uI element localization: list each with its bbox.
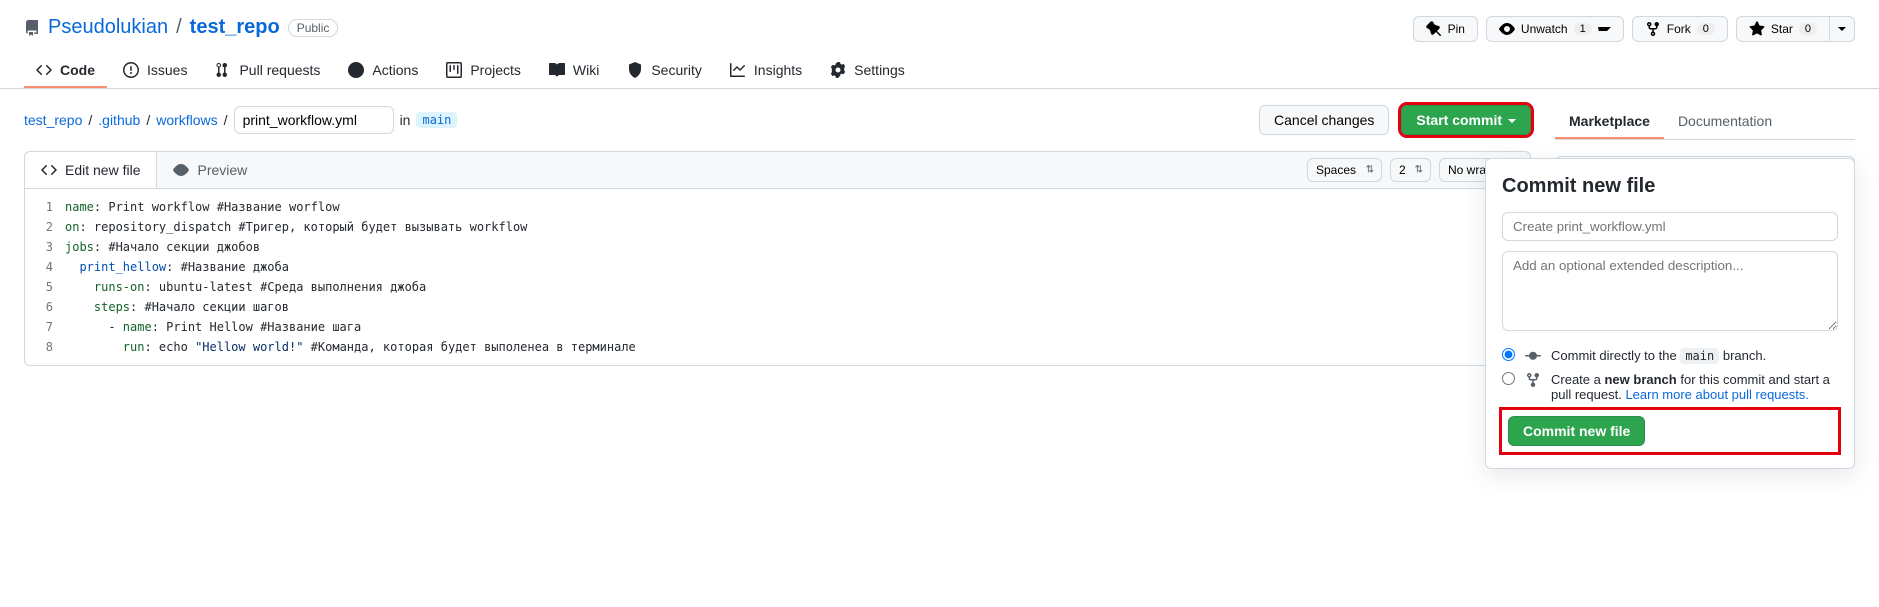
nav-security[interactable]: Security	[615, 54, 714, 88]
code-line[interactable]: 8 run: echo "Hellow world!" #Команда, ко…	[25, 337, 1530, 357]
commit-popover: Commit new file Commit directly to the m…	[1485, 158, 1855, 469]
side-tab-documentation[interactable]: Documentation	[1664, 105, 1786, 139]
pin-button[interactable]: Pin	[1413, 16, 1478, 42]
nav-code[interactable]: Code	[24, 54, 107, 88]
branch-badge: main	[416, 112, 457, 128]
repo-link[interactable]: test_repo	[190, 16, 280, 39]
nav-actions[interactable]: Actions	[336, 54, 430, 88]
side-tab-marketplace[interactable]: Marketplace	[1555, 105, 1664, 139]
pr-icon	[215, 62, 231, 78]
star-count: 0	[1799, 23, 1817, 35]
code-line[interactable]: 2on: repository_dispatch #Тригер, которы…	[25, 217, 1530, 237]
star-button[interactable]: Star0	[1736, 16, 1829, 42]
commit-description-textarea[interactable]	[1502, 251, 1838, 331]
commit-new-branch-radio[interactable]	[1502, 372, 1515, 385]
shield-icon	[627, 62, 643, 78]
breadcrumb: test_repo/ .github/ workflows/ in main	[24, 106, 457, 134]
breadcrumb-dir1[interactable]: .github	[98, 112, 140, 128]
fork-icon	[1645, 21, 1661, 37]
code-line[interactable]: 4 print_hellow: #Название джоба	[25, 257, 1530, 277]
unwatch-button[interactable]: Unwatch1	[1486, 16, 1624, 42]
eye-icon	[173, 162, 189, 178]
nav-issues[interactable]: Issues	[111, 54, 199, 88]
commit-direct-radio[interactable]	[1502, 348, 1515, 361]
repo-icon	[24, 20, 40, 36]
fork-button[interactable]: Fork0	[1632, 16, 1728, 42]
star-icon	[1749, 21, 1765, 37]
pin-icon	[1426, 21, 1442, 37]
watch-count: 1	[1574, 23, 1592, 35]
filename-input[interactable]	[234, 106, 394, 134]
projects-icon	[446, 62, 462, 78]
nav-settings[interactable]: Settings	[818, 54, 917, 88]
in-label: in	[400, 112, 411, 128]
issues-icon	[123, 62, 139, 78]
nav-pull-requests[interactable]: Pull requests	[203, 54, 332, 88]
nav-insights[interactable]: Insights	[718, 54, 814, 88]
tab-edit[interactable]: Edit new file	[25, 152, 157, 188]
book-icon	[549, 62, 565, 78]
owner-link[interactable]: Pseudolukian	[48, 16, 168, 39]
git-commit-icon	[1525, 348, 1541, 364]
play-icon	[348, 62, 364, 78]
commit-direct-label[interactable]: Commit directly to the main branch.	[1551, 348, 1838, 363]
commit-new-file-button[interactable]: Commit new file	[1508, 416, 1645, 446]
repo-title: Pseudolukian / test_repo Public	[24, 16, 338, 39]
commit-new-branch-label[interactable]: Create a new branch for this commit and …	[1551, 372, 1838, 402]
cancel-changes-button[interactable]: Cancel changes	[1259, 105, 1389, 135]
code-icon	[36, 62, 52, 78]
repo-nav: Code Issues Pull requests Actions Projec…	[0, 54, 1879, 89]
eye-icon	[1499, 21, 1515, 37]
indent-size-select[interactable]: 2	[1390, 158, 1431, 182]
nav-wiki[interactable]: Wiki	[537, 54, 611, 88]
git-branch-icon	[1525, 372, 1541, 388]
visibility-badge: Public	[288, 19, 339, 37]
start-commit-button[interactable]: Start commit	[1401, 105, 1531, 135]
popover-heading: Commit new file	[1502, 175, 1838, 198]
code-line[interactable]: 7 - name: Print Hellow #Название шага	[25, 317, 1530, 337]
code-line[interactable]: 3jobs: #Начало секции джобов	[25, 237, 1530, 257]
nav-projects[interactable]: Projects	[434, 54, 533, 88]
gear-icon	[830, 62, 846, 78]
commit-summary-input[interactable]	[1502, 212, 1838, 241]
breadcrumb-dir2[interactable]: workflows	[156, 112, 217, 128]
star-dropdown[interactable]	[1829, 16, 1855, 42]
breadcrumb-repo[interactable]: test_repo	[24, 112, 82, 128]
code-icon	[41, 162, 57, 178]
learn-more-link[interactable]: Learn more about pull requests.	[1625, 387, 1809, 402]
repo-actions: Pin Unwatch1 Fork0 Star0	[1413, 16, 1855, 42]
indent-mode-select[interactable]: Spaces	[1307, 158, 1382, 182]
graph-icon	[730, 62, 746, 78]
code-line[interactable]: 5 runs-on: ubuntu-latest #Среда выполнен…	[25, 277, 1530, 297]
code-line[interactable]: 1name: Print workflow #Название worflow	[25, 197, 1530, 217]
fork-count: 0	[1697, 23, 1715, 35]
code-editor[interactable]: 1name: Print workflow #Название worflow2…	[24, 188, 1531, 366]
tab-preview[interactable]: Preview	[157, 152, 263, 188]
code-line[interactable]: 6 steps: #Начало секции шагов	[25, 297, 1530, 317]
